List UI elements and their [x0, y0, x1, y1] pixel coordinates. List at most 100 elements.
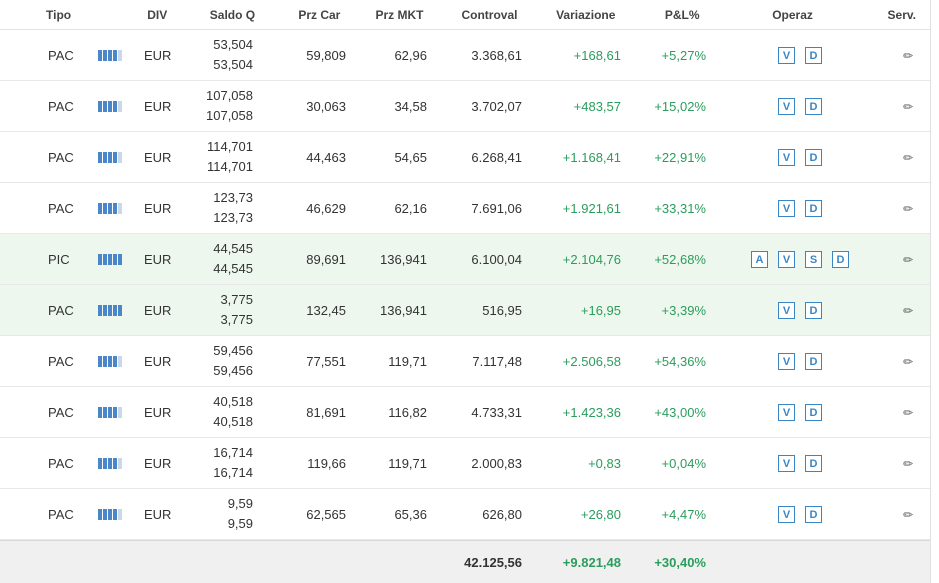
saldo-q-available: 44,545: [213, 261, 253, 276]
signal-bars-icon: [98, 355, 122, 367]
operation-button-v[interactable]: V: [778, 46, 795, 64]
saldo-q-available: 3,775: [220, 312, 253, 327]
pencil-icon[interactable]: ✏: [903, 508, 913, 522]
table-row[interactable]: PAC EUR 123,73 123,73 46,629 62,16 7.691,06 +1.…: [0, 183, 930, 234]
controval-cell: 7.117,48: [472, 353, 522, 369]
signal-bars-icon: [98, 100, 122, 112]
prz-car-cell: 119,66: [307, 455, 346, 471]
operaz-cell: AVSD: [706, 250, 894, 268]
total-controval: 42.125,56: [464, 554, 522, 570]
operaz-cell: VD: [706, 97, 894, 115]
saldo-q-value: 123,73: [213, 190, 253, 205]
serv-cell: ✏: [894, 405, 930, 420]
operation-button-d[interactable]: D: [805, 97, 822, 115]
header-serv: Serv.: [887, 7, 916, 22]
operation-button-d[interactable]: D: [805, 46, 822, 64]
operation-button-v[interactable]: V: [778, 505, 795, 523]
operation-button-v[interactable]: V: [778, 199, 795, 217]
saldo-q-value: 53,504: [213, 37, 253, 52]
serv-cell: ✏: [894, 150, 930, 165]
operation-buttons: VD: [778, 301, 822, 319]
pl-cell: +3,39%: [661, 302, 706, 318]
signal-bars-icon: [98, 202, 122, 214]
signal-bars-icon: [98, 508, 122, 520]
operation-button-d[interactable]: D: [805, 352, 822, 370]
div-cell: EUR: [144, 200, 172, 216]
operation-button-v[interactable]: V: [778, 301, 795, 319]
operation-buttons: VD: [778, 97, 822, 115]
operation-button-a[interactable]: A: [751, 250, 768, 268]
controval-cell: 3.368,61: [471, 47, 522, 63]
prz-mkt-cell: 62,96: [394, 47, 427, 63]
prz-car-cell: 30,063: [306, 98, 346, 114]
operaz-cell: VD: [706, 301, 894, 319]
saldo-q-value: 40,518: [213, 394, 253, 409]
operation-buttons: VD: [778, 505, 822, 523]
operation-button-v[interactable]: V: [778, 97, 795, 115]
pencil-icon[interactable]: ✏: [903, 253, 913, 267]
table-row[interactable]: PAC EUR 16,714 16,714 119,66 119,71 2.000,83 +0…: [0, 438, 930, 489]
operation-button-d[interactable]: D: [832, 250, 849, 268]
operation-button-s[interactable]: S: [805, 250, 822, 268]
signal-bars-icon: [98, 253, 122, 265]
pencil-icon[interactable]: ✏: [903, 151, 913, 165]
pencil-icon[interactable]: ✏: [903, 355, 913, 369]
operation-buttons: AVSD: [751, 250, 849, 268]
operation-button-d[interactable]: D: [805, 148, 822, 166]
table-row[interactable]: PAC EUR 9,59 9,59 62,565 65,36 626,80 +26,80 +4,…: [0, 489, 930, 540]
serv-cell: ✏: [894, 48, 930, 63]
pl-cell: +15,02%: [654, 98, 706, 114]
table-row[interactable]: PAC EUR 114,701 114,701 44,463 54,65 6.268,41 +…: [0, 132, 930, 183]
operation-button-d[interactable]: D: [805, 301, 822, 319]
operation-button-v[interactable]: V: [778, 148, 795, 166]
table-row[interactable]: PAC EUR 3,775 3,775 132,45 136,941 516,95 +16,9…: [0, 285, 930, 336]
operation-button-d[interactable]: D: [805, 199, 822, 217]
pencil-icon[interactable]: ✏: [903, 304, 913, 318]
prz-car-cell: 46,629: [306, 200, 346, 216]
operaz-cell: VD: [706, 199, 894, 217]
header-prz-car[interactable]: Prz Car: [271, 8, 344, 22]
operaz-cell: VD: [706, 352, 894, 370]
table-row[interactable]: PAC EUR 59,456 59,456 77,551 119,71 7.117,48 +2…: [0, 336, 930, 387]
saldo-q-value: 107,058: [206, 88, 253, 103]
operation-button-d[interactable]: D: [805, 454, 822, 472]
table-row[interactable]: PAC EUR 53,504 53,504 59,809 62,96 3.368,61 +16…: [0, 30, 930, 81]
operation-button-v[interactable]: V: [778, 403, 795, 421]
prz-car-cell: 62,565: [306, 506, 346, 522]
div-cell: EUR: [144, 47, 172, 63]
operation-button-d[interactable]: D: [805, 505, 822, 523]
variazione-cell: +1.168,41: [562, 149, 621, 165]
header-div[interactable]: DIV: [116, 8, 191, 22]
header-controval[interactable]: Controval: [425, 8, 519, 22]
pl-cell: +43,00%: [654, 404, 706, 420]
operation-button-v[interactable]: V: [778, 250, 795, 268]
pencil-icon[interactable]: ✏: [903, 100, 913, 114]
table-row[interactable]: PAC EUR 107,058 107,058 30,063 34,58 3.702,07 +…: [0, 81, 930, 132]
prz-car-cell: 44,463: [306, 149, 346, 165]
saldo-q-value: 44,545: [213, 241, 253, 256]
pencil-icon[interactable]: ✏: [903, 49, 913, 63]
operation-button-v[interactable]: V: [778, 352, 795, 370]
header-variazione[interactable]: Variazione: [519, 8, 615, 22]
variazione-cell: +1.423,36: [562, 404, 621, 420]
pencil-icon[interactable]: ✏: [903, 202, 913, 216]
saldo-q-available: 123,73: [213, 210, 253, 225]
serv-cell: ✏: [894, 354, 930, 369]
operation-buttons: VD: [778, 199, 822, 217]
controval-cell: 7.691,06: [471, 200, 522, 216]
variazione-cell: +2.104,76: [562, 251, 621, 267]
pencil-icon[interactable]: ✏: [903, 457, 913, 471]
header-operaz: Operaz: [772, 7, 813, 22]
header-saldo-q[interactable]: Saldo Q: [191, 8, 271, 22]
serv-cell: ✏: [894, 252, 930, 267]
table-row[interactable]: PAC EUR 40,518 40,518 81,691 116,82 4.733,31 +1…: [0, 387, 930, 438]
operation-button-d[interactable]: D: [805, 403, 822, 421]
header-tipo[interactable]: Tipo: [0, 8, 116, 22]
operation-buttons: VD: [778, 454, 822, 472]
header-prz-mkt[interactable]: Prz MKT: [344, 8, 424, 22]
variazione-cell: +26,80: [580, 506, 621, 522]
header-pl[interactable]: P&L%: [615, 8, 700, 22]
operation-button-v[interactable]: V: [778, 454, 795, 472]
pencil-icon[interactable]: ✏: [903, 406, 913, 420]
table-row[interactable]: PIC EUR 44,545 44,545 89,691 136,941 6.100,04 +…: [0, 234, 930, 285]
